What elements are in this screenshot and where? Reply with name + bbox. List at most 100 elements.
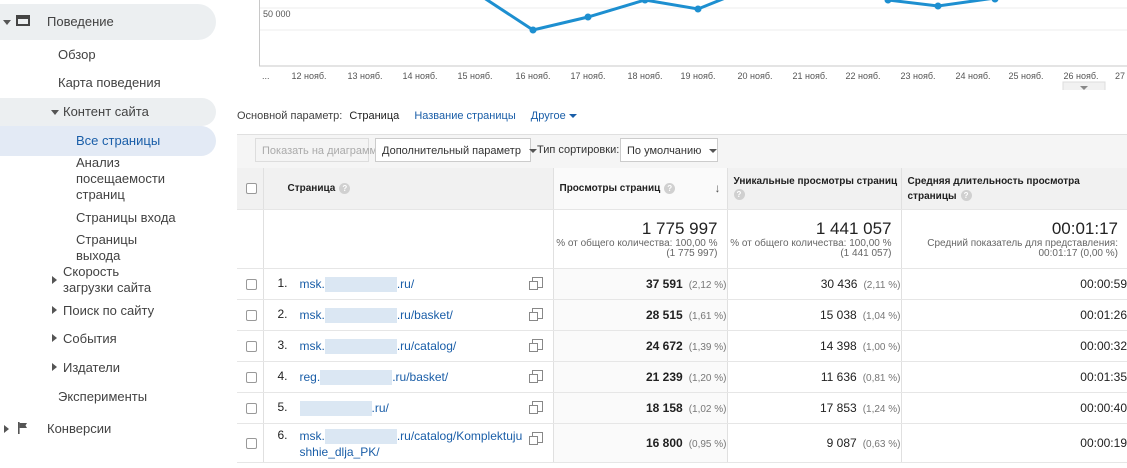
- header-unique-pageviews[interactable]: Уникальные просмотры страниц?: [726, 168, 901, 210]
- pageviews-cell: 16 800 (0,95 %): [552, 423, 727, 463]
- page-path-cont: shhie_dlja_PK/: [299, 445, 380, 460]
- unique-pct: (0,81 %): [862, 373, 901, 384]
- page-path: .ru/: [371, 400, 389, 415]
- sidebar-item-site-speed-l2[interactable]: загрузки сайта: [63, 280, 151, 295]
- sidebar-item-overview[interactable]: Обзор: [58, 47, 96, 62]
- sidebar-item-publishers[interactable]: Издатели: [63, 360, 120, 375]
- unique-value: 17 853: [820, 401, 857, 415]
- page-path: .ru/catalog/: [396, 338, 457, 353]
- help-icon[interactable]: ?: [960, 190, 972, 202]
- x-tick-label: 27: [1115, 71, 1125, 81]
- sidebar-item-site-search[interactable]: Поиск по сайту: [63, 303, 154, 318]
- row-number: 5.: [277, 399, 288, 414]
- sidebar-item-exit-pages-l2[interactable]: выхода: [76, 248, 120, 263]
- pageviews-value: 24 672: [646, 339, 683, 353]
- row-checkbox[interactable]: [246, 340, 257, 352]
- expand-site-search-icon[interactable]: [52, 306, 57, 314]
- x-tick-label: 15 нояб.: [457, 71, 492, 81]
- sidebar-item-content-drilldown-l3[interactable]: страниц: [76, 187, 125, 202]
- data-point: [584, 13, 592, 21]
- sort-type-select[interactable]: По умолчанию: [620, 138, 718, 162]
- page-host-prefix: msk.: [299, 338, 325, 353]
- row-checkbox[interactable]: [246, 371, 257, 383]
- plot-rows-button[interactable]: Показать на диаграмме: [255, 138, 383, 162]
- sidebar-item-events[interactable]: События: [63, 331, 117, 346]
- row-checkbox[interactable]: [246, 278, 257, 290]
- page-link[interactable]: msk. .ru/catalog/: [299, 338, 457, 355]
- pageviews-value: 21 239: [646, 370, 683, 384]
- header-avg-time[interactable]: Средняя длительность просмотра страницы?: [900, 168, 1127, 210]
- page-cell: 1. msk. .ru/: [262, 268, 553, 300]
- row-checkbox[interactable]: [246, 309, 257, 321]
- row-number: 3.: [277, 337, 288, 352]
- x-tick-label: 18 нояб.: [627, 71, 662, 81]
- pageviews-pct: (1,20 %): [688, 373, 727, 384]
- x-tick-label: 16 нояб.: [515, 71, 550, 81]
- unique-value: 15 038: [820, 308, 857, 322]
- open-link-icon[interactable]: [528, 370, 543, 383]
- open-link-icon[interactable]: [528, 308, 543, 321]
- expand-publishers-icon[interactable]: [52, 363, 57, 371]
- sidebar-item-site-content[interactable]: Контент сайта: [63, 104, 149, 119]
- unique-cell: 9 087 (0,63 %): [726, 423, 901, 463]
- open-link-icon[interactable]: [528, 432, 543, 445]
- unique-value: 9 087: [826, 436, 857, 450]
- primary-dimension-other[interactable]: Другое: [531, 110, 566, 122]
- sidebar-item-behavior-map[interactable]: Карта поведения: [58, 75, 161, 90]
- secondary-dimension-select[interactable]: Дополнительный параметр: [375, 138, 537, 162]
- page-cell: 4. reg. .ru/basket/: [262, 361, 553, 393]
- secondary-dimension-label: Дополнительный параметр: [382, 145, 521, 157]
- x-axis-labels: ... 12 нояб. 13 нояб. 14 нояб. 15 нояб. 16 но…: [262, 71, 1125, 81]
- unique-value: 11 636: [820, 370, 857, 384]
- sort-arrow-down-icon: ↓: [714, 181, 721, 195]
- open-link-icon[interactable]: [528, 277, 543, 290]
- totals-pageviews: 1 775 997 % от общего количества: 100,00…: [552, 209, 727, 269]
- page-host-prefix: reg.: [299, 369, 321, 384]
- unique-pct: (1,04 %): [862, 311, 901, 322]
- sidebar-item-experiments[interactable]: Эксперименты: [58, 389, 147, 404]
- help-icon[interactable]: ?: [664, 182, 676, 194]
- redacted-domain: [299, 401, 372, 417]
- help-icon[interactable]: ?: [733, 189, 745, 201]
- primary-dimension-page[interactable]: Страница: [349, 110, 399, 122]
- page-link[interactable]: reg. .ru/basket/: [299, 369, 448, 386]
- sidebar-item-exit-pages-l1[interactable]: Страницы: [76, 232, 137, 247]
- header-page[interactable]: Страница?: [262, 168, 553, 210]
- row-checkbox[interactable]: [246, 437, 257, 449]
- page-link[interactable]: msk. .ru/: [300, 277, 414, 293]
- sidebar-item-all-pages[interactable]: Все страницы: [76, 133, 160, 148]
- expand-events-icon[interactable]: [52, 334, 57, 342]
- page-link[interactable]: msk. .ru/catalog/Komplektuju shhie_dlja_PK…: [300, 429, 523, 459]
- page-host-prefix: msk.: [299, 428, 325, 443]
- sidebar-item-behavior[interactable]: Поведение: [47, 14, 114, 29]
- flag-icon: [18, 422, 27, 434]
- row-number: 2.: [277, 306, 288, 321]
- sidebar-item-content-drilldown-l2[interactable]: посещаемости: [76, 171, 165, 186]
- help-icon[interactable]: ?: [339, 182, 351, 194]
- header-page-label: Страница: [287, 183, 336, 195]
- open-link-icon[interactable]: [528, 339, 543, 352]
- avg-time-cell: 00:00:40: [900, 392, 1127, 424]
- open-link-icon[interactable]: [528, 401, 543, 414]
- sidebar-item-site-speed-l1[interactable]: Скорость: [63, 264, 119, 279]
- sidebar-item-conversions[interactable]: Конверсии: [47, 421, 111, 436]
- row-select-cell: [237, 392, 263, 424]
- page-cell: 6. msk. .ru/catalog/Komplektuju shhie_dlja_…: [262, 423, 553, 463]
- row-checkbox[interactable]: [246, 402, 257, 414]
- pageviews-value: 28 515: [646, 308, 683, 322]
- sidebar-item-landing-pages[interactable]: Страницы входа: [76, 210, 176, 225]
- primary-dimension-page-title[interactable]: Название страницы: [414, 110, 515, 122]
- expand-behavior-icon[interactable]: [3, 20, 11, 25]
- header-pageviews[interactable]: Просмотры страниц? ↓: [552, 168, 727, 210]
- pageviews-cell: 18 158 (1,02 %): [552, 392, 727, 424]
- expand-speed-icon[interactable]: [52, 276, 57, 284]
- page-cell: 3. msk. .ru/catalog/: [262, 330, 553, 362]
- expand-site-content-icon[interactable]: [51, 110, 59, 115]
- expand-conversions-icon[interactable]: [4, 425, 9, 433]
- sidebar-item-content-drilldown-l1[interactable]: Анализ: [76, 155, 120, 170]
- redacted-domain: [320, 370, 393, 386]
- page-link[interactable]: msk. .ru/basket/: [300, 308, 453, 324]
- totals-avg-time-value: 00:01:17: [1051, 219, 1118, 238]
- page-link[interactable]: .ru/: [299, 400, 389, 417]
- select-all-checkbox[interactable]: [246, 183, 257, 194]
